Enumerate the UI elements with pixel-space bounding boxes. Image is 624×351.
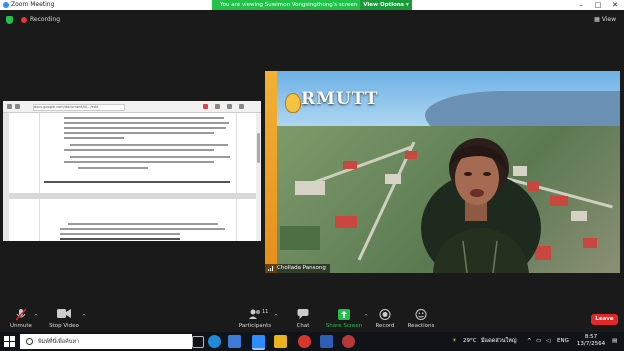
edge-browser-icon[interactable] [208, 335, 221, 348]
chat-button[interactable]: Chat [290, 305, 316, 332]
zoom-logo-icon [3, 2, 9, 8]
word-app-icon[interactable] [320, 335, 333, 348]
participant-name-plate: Cholladа Pansong [265, 264, 330, 273]
audio-options-caret-icon[interactable]: ^ [34, 314, 38, 320]
participants-icon [249, 309, 260, 319]
taskbar-clock[interactable]: 8:57 13/7/2564 [574, 334, 608, 348]
minimize-icon[interactable]: – [574, 0, 588, 10]
show-hidden-icons-icon[interactable]: ^ [527, 332, 532, 351]
participant-video[interactable]: RMUTT Cholladа Pansong [265, 71, 620, 273]
doc-page-1 [39, 113, 237, 193]
file-explorer-icon[interactable] [274, 335, 287, 348]
share-banner: You are viewing Suwimon Vongsingthong's … [212, 0, 412, 10]
taskbar-search-box[interactable]: พิมพ์ที่นี่เพื่อค้นหา [20, 334, 192, 349]
view-label: View [601, 16, 616, 23]
view-button[interactable]: ▦ View [594, 16, 616, 23]
scrollbar-thumb[interactable] [257, 133, 260, 163]
weather-description[interactable]: มีแดดส่วนใหญ่ [481, 332, 517, 351]
share-banner-message: You are viewing Suwimon Vongsingthong's … [220, 2, 358, 8]
rmutt-logo-text: RMUTT [301, 89, 379, 109]
share-screen-icon [338, 309, 350, 320]
video-camera-icon [57, 309, 71, 318]
participants-options-caret-icon[interactable]: ^ [274, 314, 278, 320]
meeting-info-bar: Recording ▦ View [0, 12, 624, 28]
reactions-button[interactable]: Reactions [406, 305, 436, 332]
doc-scrollbar[interactable] [256, 113, 261, 241]
doc-url[interactable]: docs.google.com/document/d/.../edit [33, 104, 125, 111]
record-button[interactable]: Record [372, 305, 398, 332]
input-language[interactable]: ENG [557, 332, 569, 351]
stop-video-label: Stop Video [49, 323, 79, 329]
signal-strength-icon [268, 266, 273, 271]
participants-button[interactable]: 11 Participants [238, 305, 272, 332]
download-icon[interactable] [227, 104, 232, 109]
participants-label: Participants [238, 323, 272, 329]
video-options-caret-icon[interactable]: ^ [82, 314, 86, 320]
reactions-label: Reactions [407, 323, 435, 329]
task-view-icon[interactable] [192, 336, 204, 348]
window-title: Zoom Meeting [11, 1, 55, 8]
chat-bubble-icon [297, 309, 309, 319]
doc-sidebar [3, 113, 9, 241]
refresh-icon[interactable] [15, 104, 20, 109]
chrome-browser-icon[interactable] [298, 335, 311, 348]
recording-icon [21, 17, 27, 23]
search-icon [26, 338, 33, 345]
record-icon [379, 309, 391, 320]
close-icon[interactable]: ✕ [608, 0, 622, 10]
mail-app-icon[interactable] [228, 335, 241, 348]
chat-label: Chat [296, 323, 310, 329]
presenter-figure [421, 138, 541, 273]
doc-page-2 [39, 199, 237, 241]
meeting-controls: Unmute ^ Stop Video ^ 11 Participants ^ … [0, 305, 624, 332]
participant-name: Cholladа Pansong [277, 265, 326, 271]
unmute-label: Unmute [10, 323, 32, 329]
university-seal-icon [285, 93, 301, 113]
other-app-icon[interactable] [342, 335, 355, 348]
reactions-smiley-icon [415, 309, 427, 320]
stop-video-button[interactable]: Stop Video [46, 305, 82, 332]
microphone-muted-icon [16, 309, 26, 321]
participants-count: 11 [262, 309, 269, 315]
view-options-button[interactable]: View Options ▾ [360, 0, 412, 10]
record-label: Record [375, 323, 395, 329]
menu-icon[interactable] [239, 104, 244, 109]
rmutt-gold-bar [265, 71, 277, 273]
view-options-label: View Options [363, 2, 405, 8]
clock-date: 13/7/2564 [576, 341, 606, 347]
recording-label: Recording [30, 16, 61, 23]
volume-icon[interactable]: ◁ [546, 332, 550, 351]
share-screen-label: Share Screen [325, 323, 363, 329]
maximize-icon[interactable]: □ [591, 0, 605, 10]
share-screen-button[interactable]: Share Screen [324, 305, 364, 332]
back-icon[interactable] [7, 104, 12, 109]
weather-sun-icon[interactable]: ☀ [452, 332, 457, 351]
print-icon[interactable] [215, 104, 220, 109]
taskbar-search-placeholder: พิมพ์ที่นี่เพื่อค้นหา [38, 339, 80, 345]
leave-button[interactable]: Leave [591, 314, 618, 325]
pdf-icon [203, 104, 208, 109]
unmute-button[interactable]: Unmute [6, 305, 36, 332]
share-options-caret-icon[interactable]: ^ [364, 314, 368, 320]
doc-toolbar: docs.google.com/document/d/.../edit [3, 101, 261, 113]
os-taskbar: พิมพ์ที่นี่เพื่อค้นหา ☀ 29°C มีแดดส่วนให… [0, 332, 624, 351]
security-shield-icon[interactable] [6, 16, 13, 24]
notifications-icon[interactable]: ▤ [612, 332, 617, 351]
zoom-app-icon[interactable] [252, 335, 265, 350]
clock-time: 8:57 [584, 334, 598, 340]
network-icon[interactable]: ▭ [536, 332, 541, 351]
windows-start-icon[interactable] [4, 336, 15, 347]
shared-screen: docs.google.com/document/d/.../edit [3, 101, 261, 241]
weather-temperature[interactable]: 29°C [463, 332, 477, 351]
